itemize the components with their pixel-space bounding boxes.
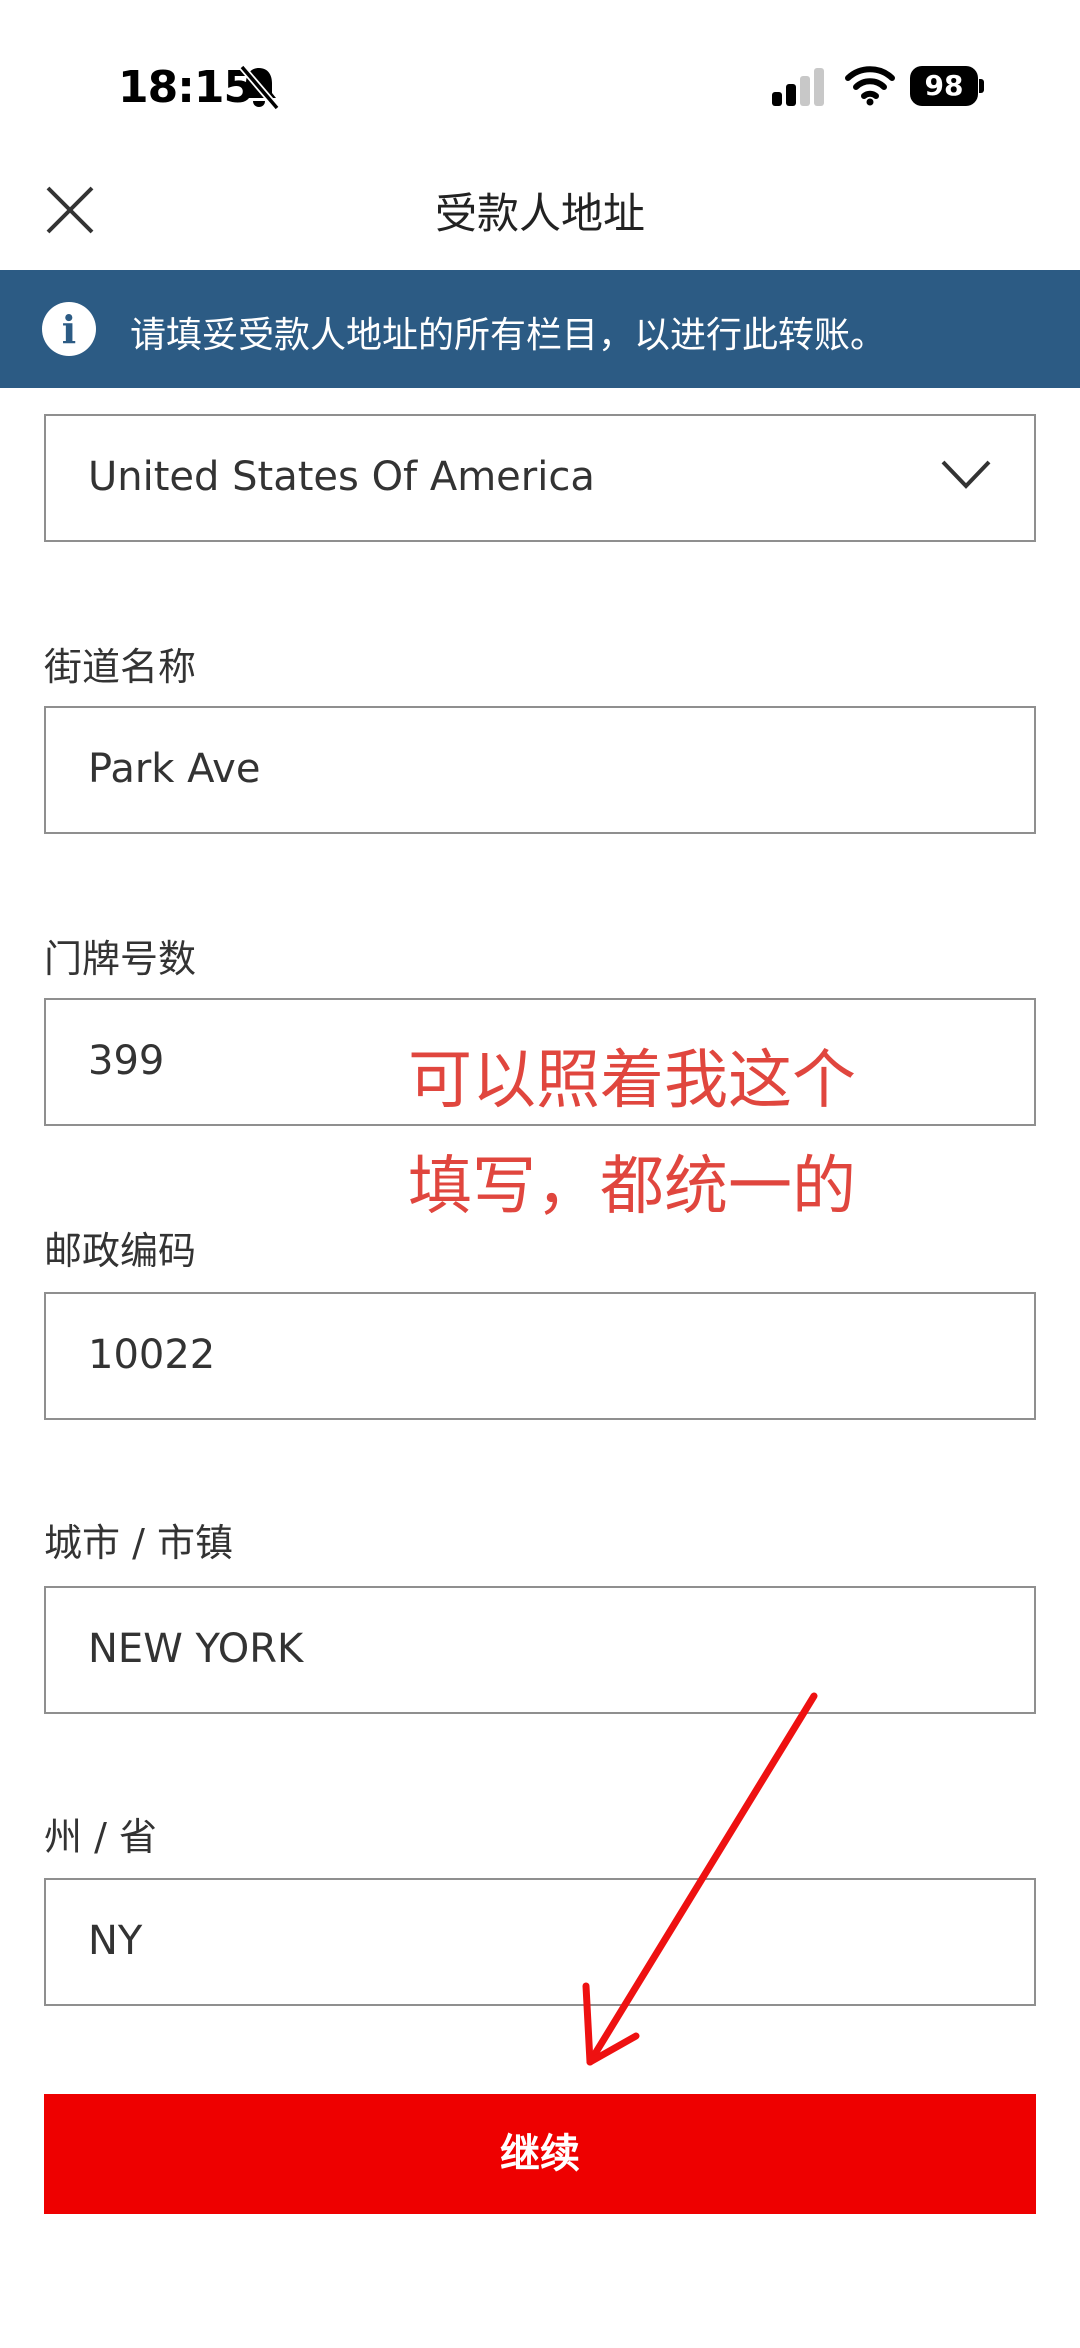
street-value: Park Ave [88, 746, 261, 792]
postal-code-label: 邮政编码 [44, 1229, 197, 1273]
state-field[interactable]: NY [44, 1878, 1036, 2006]
street-label: 街道名称 [44, 645, 197, 689]
country-select[interactable]: United States Of America [44, 414, 1036, 542]
info-icon: i [42, 302, 96, 356]
country-value: United States Of America [88, 454, 595, 500]
city-label: 城市 / 市镇 [44, 1521, 233, 1565]
city-field[interactable]: NEW YORK [44, 1586, 1036, 1714]
city-value: NEW YORK [88, 1626, 304, 1672]
status-bar: 18:15 98 [0, 0, 1080, 150]
annotation-text: 可以照着我这个 填写，都统一的 [408, 1028, 856, 1240]
bell-slash-icon [239, 64, 280, 110]
info-banner: i 请填妥受款人地址的所有栏目，以进行此转账。 [0, 270, 1080, 388]
postal-code-field[interactable]: 10022 [44, 1292, 1036, 1420]
street-field[interactable]: Park Ave [44, 706, 1036, 834]
annotation-line-2: 填写，都统一的 [408, 1150, 856, 1224]
status-time: 18:15 [118, 62, 254, 113]
battery-icon: 98 [910, 66, 984, 106]
continue-button[interactable]: 继续 [44, 2094, 1036, 2214]
info-banner-text: 请填妥受款人地址的所有栏目，以进行此转账。 [130, 315, 887, 356]
cellular-signal-icon [772, 68, 824, 106]
state-label: 州 / 省 [44, 1815, 157, 1859]
postal-code-value: 10022 [88, 1332, 216, 1378]
state-value: NY [88, 1918, 143, 1964]
page-title: 受款人地址 [434, 189, 645, 238]
screen: 18:15 98 受款人地址 i 请填妥受款人地址的所有栏目，以进行此转账。 U… [0, 0, 1080, 2348]
house-number-value: 399 [88, 1038, 165, 1084]
battery-level: 98 [910, 66, 978, 106]
chevron-down-icon [941, 460, 991, 489]
house-number-label: 门牌号数 [44, 937, 197, 981]
annotation-line-1: 可以照着我这个 [408, 1044, 856, 1118]
nav-header: 受款人地址 [0, 160, 1080, 270]
wifi-icon [845, 66, 895, 106]
